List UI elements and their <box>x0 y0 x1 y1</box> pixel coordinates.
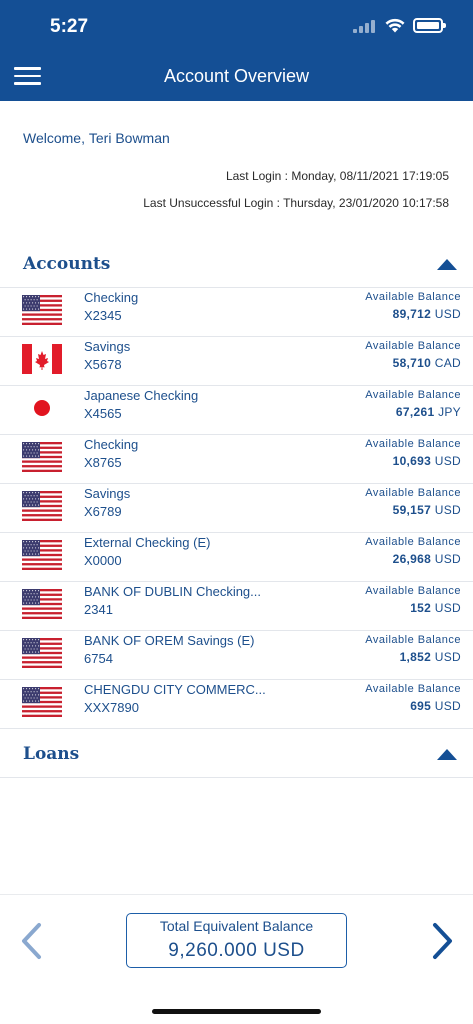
balance-currency: USD <box>434 699 461 713</box>
account-name: External Checking (E) <box>84 535 211 550</box>
home-indicator[interactable] <box>152 1009 321 1014</box>
account-number: XXX7890 <box>84 700 139 715</box>
account-number: X0000 <box>84 553 122 568</box>
available-balance-value: 1,852 USD <box>400 650 461 664</box>
available-balance-label: Available Balance <box>365 291 461 303</box>
account-number: X6789 <box>84 504 122 519</box>
account-number: X5678 <box>84 357 122 372</box>
account-row[interactable]: Japanese Checking X4565 Available Balance 6… <box>0 386 473 435</box>
balance-amount: 152 <box>410 601 432 615</box>
account-name: BANK OF OREM Savings (E) <box>84 633 255 648</box>
balance-amount: 695 <box>410 699 432 713</box>
balance-amount: 26,968 <box>392 552 432 566</box>
account-name: Savings <box>84 486 131 501</box>
footer-divider <box>0 894 473 895</box>
chevron-left-icon[interactable] <box>18 921 46 961</box>
battery-icon <box>413 18 446 33</box>
account-row[interactable]: BANK OF DUBLIN Checking... 2341 Available … <box>0 582 473 631</box>
available-balance-label: Available Balance <box>365 487 461 499</box>
us-flag-icon <box>22 295 62 325</box>
cellular-signal-icon <box>353 19 377 33</box>
account-row[interactable]: BANK OF OREM Savings (E) 6754 Available Ba… <box>0 631 473 680</box>
account-name: Savings <box>84 339 131 354</box>
balance-amount: 58,710 <box>392 356 432 370</box>
account-number: 6754 <box>84 651 113 666</box>
account-row[interactable]: CHENGDU CITY COMMERC... XXX7890 Available … <box>0 680 473 729</box>
us-flag-icon <box>22 491 62 521</box>
balance-currency: USD <box>434 307 461 321</box>
available-balance-value: 59,157 USD <box>393 503 461 517</box>
account-row[interactable]: Savings X5678 Available Balance 58,710 CAD <box>0 337 473 386</box>
collapse-arrow-icon[interactable] <box>437 259 457 270</box>
available-balance-label: Available Balance <box>365 683 461 695</box>
account-name: Checking <box>84 290 139 305</box>
balance-currency: USD <box>434 503 461 517</box>
accounts-section-header[interactable]: Accounts <box>0 240 473 288</box>
balance-currency: USD <box>434 650 461 664</box>
user-name: Teri Bowman <box>88 130 170 146</box>
available-balance-label: Available Balance <box>365 536 461 548</box>
status-time: 5:27 <box>50 16 89 37</box>
total-balance-value: 9,260.000 USD <box>168 940 305 961</box>
balance-currency: USD <box>434 601 461 615</box>
available-balance-value: 58,710 CAD <box>393 356 461 370</box>
balance-currency: USD <box>434 552 461 566</box>
balance-amount: 1,852 <box>399 650 432 664</box>
us-flag-icon <box>22 540 62 570</box>
balance-currency: JPY <box>438 405 461 419</box>
total-balance-label: Total Equivalent Balance <box>159 918 314 934</box>
available-balance-label: Available Balance <box>365 389 461 401</box>
available-balance-label: Available Balance <box>365 585 461 597</box>
status-icons <box>353 18 446 33</box>
account-number: 2341 <box>84 602 113 617</box>
account-name: Japanese Checking <box>84 388 199 403</box>
available-balance-value: 10,693 USD <box>393 454 461 468</box>
collapse-arrow-icon[interactable] <box>437 749 457 760</box>
account-row[interactable]: Checking X8765 Available Balance 10,693 USD <box>0 435 473 484</box>
last-unsuccessful-login: Last Unsuccessful Login : Thursday, 23/0… <box>143 196 449 210</box>
account-name: CHENGDU CITY COMMERC... <box>84 682 266 697</box>
us-flag-icon <box>22 442 62 472</box>
us-flag-icon <box>22 638 62 668</box>
account-number: X8765 <box>84 455 122 470</box>
loans-section-title: Loans <box>23 744 80 764</box>
available-balance-label: Available Balance <box>365 340 461 352</box>
account-number: X2345 <box>84 308 122 323</box>
accounts-section-title: Accounts <box>23 254 111 274</box>
page-title: Account Overview <box>163 66 310 86</box>
canada-flag-icon <box>22 344 62 374</box>
chevron-right-icon[interactable] <box>428 921 456 961</box>
last-login: Last Login : Monday, 08/11/2021 17:19:05 <box>225 169 449 183</box>
account-name: Checking <box>84 437 139 452</box>
welcome-prefix: Welcome, <box>23 130 85 146</box>
us-flag-icon <box>22 687 62 717</box>
account-name: BANK OF DUBLIN Checking... <box>84 584 261 599</box>
balance-amount: 89,712 <box>392 307 432 321</box>
balance-currency: USD <box>434 454 461 468</box>
account-row[interactable]: External Checking (E) X0000 Available Bala… <box>0 533 473 582</box>
us-flag-icon <box>22 589 62 619</box>
welcome-message: Welcome, Teri Bowman <box>23 130 170 146</box>
japan-flag-icon <box>22 393 62 423</box>
wifi-icon <box>385 18 405 33</box>
balance-amount: 10,693 <box>392 454 432 468</box>
app-header: 5:27 Account Overview <box>0 0 473 101</box>
account-row[interactable]: Savings X6789 Available Balance 59,157 USD <box>0 484 473 533</box>
available-balance-label: Available Balance <box>365 634 461 646</box>
available-balance-value: 695 USD <box>410 699 461 713</box>
account-row[interactable]: Checking X2345 Available Balance 89,712 USD <box>0 288 473 337</box>
available-balance-value: 67,261 JPY <box>396 405 461 419</box>
available-balance-label: Available Balance <box>365 438 461 450</box>
available-balance-value: 152 USD <box>410 601 461 615</box>
account-list: Checking X2345 Available Balance 89,712 USD… <box>0 288 473 729</box>
total-balance-box[interactable]: Total Equivalent Balance 9,260.000 USD <box>126 913 347 968</box>
available-balance-value: 26,968 USD <box>393 552 461 566</box>
account-number: X4565 <box>84 406 122 421</box>
balance-amount: 67,261 <box>395 405 435 419</box>
balance-amount: 59,157 <box>392 503 432 517</box>
available-balance-value: 89,712 USD <box>393 307 461 321</box>
loans-section-header[interactable]: Loans <box>0 730 473 778</box>
balance-currency: CAD <box>434 356 461 370</box>
